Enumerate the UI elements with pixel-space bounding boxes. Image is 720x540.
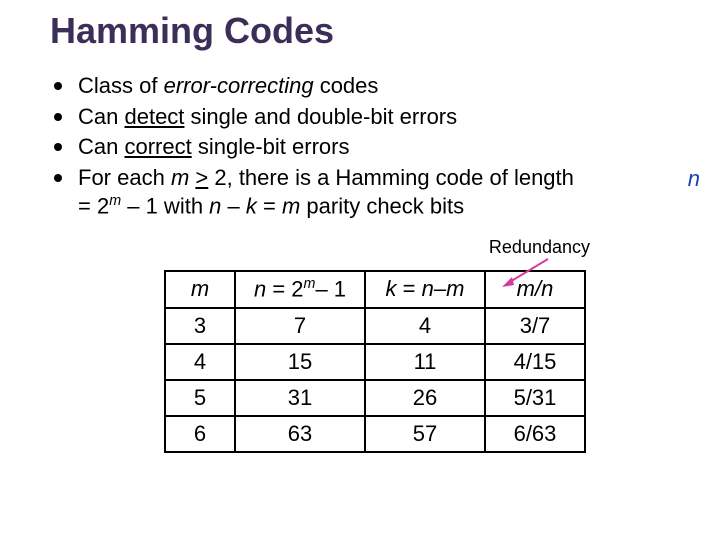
bullet-list: Class of error-correcting codes Can dete… (50, 72, 700, 221)
text: n (422, 276, 434, 301)
var-n: n (209, 194, 221, 219)
cell: 3/7 (485, 308, 585, 344)
redundancy-label: Redundancy (489, 237, 590, 257)
col-n: n = 2m– 1 (235, 271, 365, 307)
cell: 11 (365, 344, 485, 380)
var-m: m (171, 165, 189, 190)
cell: 5/31 (485, 380, 585, 416)
cell: 26 (365, 380, 485, 416)
text: n (254, 277, 266, 302)
text: – 1 (315, 277, 346, 302)
var-k: k (246, 194, 257, 219)
bullet-item: Can correct single-bit errors (50, 133, 700, 162)
table-row: 3 7 4 3/7 (165, 308, 585, 344)
cell: 4 (365, 308, 485, 344)
cell: 63 (235, 416, 365, 452)
cell: 4/15 (485, 344, 585, 380)
text: – 1 with (121, 194, 209, 219)
underline: correct (124, 134, 191, 159)
underline: detect (124, 104, 184, 129)
bullet-main: For each m > 2, there is a Hamming code … (78, 164, 676, 222)
redundancy-label-wrap: Redundancy (50, 237, 700, 258)
hamming-table: m n = 2m– 1 k = n–m m/n 3 7 4 3/7 4 15 1… (164, 270, 586, 452)
text: = 2 (78, 194, 109, 219)
ge-symbol: > (195, 165, 208, 190)
table-row: 4 15 11 4/15 (165, 344, 585, 380)
cell: 5 (165, 380, 235, 416)
cell: 6 (165, 416, 235, 452)
text: Can (78, 134, 124, 159)
text: m (446, 276, 464, 301)
text: For each (78, 165, 171, 190)
text: codes (314, 73, 379, 98)
text: – (434, 276, 446, 301)
table-row: 6 63 57 6/63 (165, 416, 585, 452)
callout-n: n (676, 164, 700, 194)
cell: 6/63 (485, 416, 585, 452)
text: single-bit errors (192, 134, 350, 159)
cell: 57 (365, 416, 485, 452)
superscript: m (304, 276, 316, 292)
text: single and double-bit errors (184, 104, 457, 129)
bullet-item: Can detect single and double-bit errors (50, 103, 700, 132)
text: Can (78, 104, 124, 129)
cell: 15 (235, 344, 365, 380)
arrow-icon (500, 257, 550, 287)
col-m: m (165, 271, 235, 307)
var-m: m (282, 194, 300, 219)
text: = (257, 194, 282, 219)
text: = 2 (266, 277, 303, 302)
cell: 4 (165, 344, 235, 380)
superscript: m (109, 193, 121, 209)
text: k (386, 276, 397, 301)
slide: Hamming Codes Class of error-correcting … (0, 0, 720, 540)
text: parity check bits (300, 194, 464, 219)
text: m (191, 276, 209, 301)
emphasis: error-correcting (164, 73, 314, 98)
col-k: k = n–m (365, 271, 485, 307)
page-title: Hamming Codes (50, 10, 700, 52)
cell: 31 (235, 380, 365, 416)
cell: 7 (235, 308, 365, 344)
text: Class of (78, 73, 164, 98)
bullet-item: Class of error-correcting codes (50, 72, 700, 101)
table-row: 5 31 26 5/31 (165, 380, 585, 416)
text: = (397, 276, 422, 301)
text: 2, there is a Hamming code of length (208, 165, 574, 190)
bullet-item: For each m > 2, there is a Hamming code … (50, 164, 700, 222)
cell: 3 (165, 308, 235, 344)
text: – (221, 194, 245, 219)
